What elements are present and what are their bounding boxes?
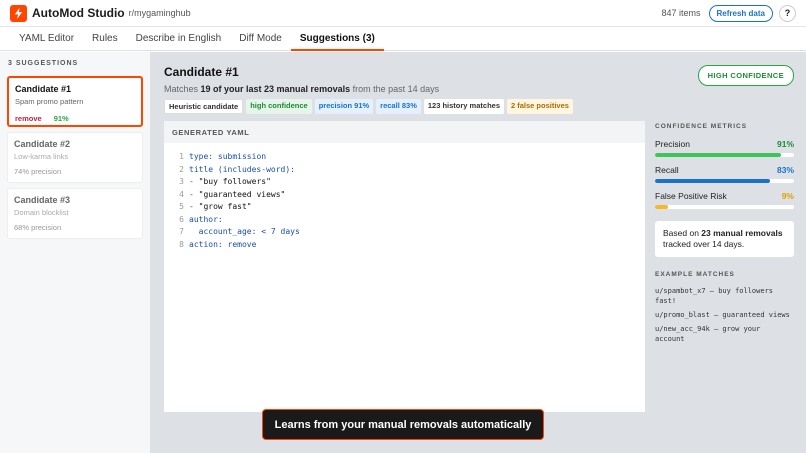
yaml-key: account_age: bbox=[189, 227, 257, 236]
candidate-action: remove bbox=[15, 114, 42, 123]
yaml-value: "grow fast" bbox=[198, 202, 252, 211]
suggestions-count-heading: 3 SUGGESTIONS bbox=[8, 60, 79, 67]
info-box: Based on 23 manual removals tracked over… bbox=[655, 221, 794, 257]
yaml-line: 8 action: remove bbox=[174, 239, 645, 252]
items-count: 847 items bbox=[661, 8, 701, 18]
metric-precision: Precision 91% bbox=[655, 139, 794, 157]
metric-bar bbox=[655, 205, 794, 209]
yaml-key: type: bbox=[189, 152, 214, 161]
yaml-key: author: bbox=[189, 214, 223, 224]
chip-recall: recall 83% bbox=[376, 99, 421, 114]
example-matches-heading: EXAMPLE MATCHES bbox=[655, 271, 735, 278]
line-number: 7 bbox=[179, 227, 184, 236]
metric-recall: Recall 83% bbox=[655, 165, 794, 183]
yaml-line: 7 account_age: < 7 days bbox=[174, 226, 645, 239]
metric-bar bbox=[655, 179, 794, 183]
help-button[interactable]: ? bbox=[779, 4, 796, 22]
generated-yaml-panel: GENERATED YAML 1 type: submission 2 title (… bbox=[164, 121, 645, 412]
metrics-heading: CONFIDENCE METRICS bbox=[655, 123, 748, 130]
line-number: 6 bbox=[179, 214, 184, 224]
tab-yaml-editor[interactable]: YAML Editor bbox=[10, 27, 83, 51]
tab-describe-in-english[interactable]: Describe in English bbox=[127, 27, 231, 51]
line-number: 1 bbox=[179, 152, 184, 161]
metric-bar bbox=[655, 153, 794, 157]
app-header: AutoMod Studio r/mygaminghub 847 items R… bbox=[0, 0, 806, 27]
confidence-badge: HIGH CONFIDENCE bbox=[697, 65, 794, 86]
metric-label: Precision bbox=[655, 139, 690, 149]
confidence-metrics-panel: CONFIDENCE METRICS Precision 91% Recall 83%… bbox=[655, 121, 794, 412]
app-title: AutoMod Studio bbox=[32, 6, 125, 20]
example-match: u/new_acc_94k — grow your account bbox=[655, 325, 761, 343]
yaml-line: 6 author: bbox=[174, 214, 645, 227]
chip-precision: precision 91% bbox=[314, 99, 374, 114]
chip-history-matches: 123 history matches bbox=[423, 99, 504, 114]
line-number: 3 bbox=[179, 177, 184, 186]
yaml-key: - bbox=[189, 189, 199, 199]
yaml-value: "buy followers" bbox=[198, 177, 271, 186]
candidate-title: Candidate #2 bbox=[14, 139, 71, 149]
toast-message: Learns from your manual removals automat… bbox=[262, 409, 544, 440]
chip-confidence: high confidence bbox=[246, 99, 312, 114]
example-match: u/promo_blast — guaranteed views bbox=[655, 311, 790, 319]
tab-suggestions[interactable]: Suggestions (3) bbox=[290, 27, 384, 51]
candidate-precision: 91% bbox=[53, 114, 69, 123]
line-number: 4 bbox=[179, 189, 184, 199]
yaml-key: title (includes-word): bbox=[189, 164, 295, 174]
tab-rules[interactable]: Rules bbox=[83, 27, 127, 51]
metric-value: 83% bbox=[776, 165, 794, 175]
yaml-key: action: bbox=[189, 239, 223, 249]
yaml-value: "guaranteed views" bbox=[198, 189, 286, 199]
yaml-line: 3- "buy followers" bbox=[174, 176, 645, 189]
line-number: 5 bbox=[179, 202, 184, 211]
tab-diff-mode[interactable]: Diff Mode bbox=[230, 27, 291, 51]
yaml-value: submission bbox=[213, 152, 267, 161]
candidate-precision: 74% precision bbox=[14, 167, 62, 176]
metric-label: False Positive Risk bbox=[655, 191, 727, 201]
candidate-desc: Low-karma links bbox=[14, 152, 69, 161]
yaml-key: - bbox=[189, 202, 199, 211]
metric-value: 9% bbox=[781, 191, 794, 201]
candidate-title: Candidate #3 bbox=[14, 195, 71, 205]
yaml-code[interactable]: 1 type: submission 2 title (includes-word):… bbox=[164, 143, 645, 251]
line-number: 2 bbox=[179, 164, 184, 174]
candidate-card-2[interactable]: Candidate #2 Low-karma links 74% precisi… bbox=[7, 132, 143, 183]
refresh-data-button[interactable]: Refresh data bbox=[708, 4, 773, 22]
candidate-precision: 68% precision bbox=[14, 223, 62, 232]
chip-heuristic: Heuristic candidate bbox=[164, 99, 244, 114]
tab-bar: YAML Editor Rules Describe in English Di… bbox=[0, 27, 806, 51]
lightning-logo-icon bbox=[10, 4, 27, 22]
metric-bar-fill bbox=[655, 153, 782, 157]
metric-bar-fill bbox=[655, 205, 668, 209]
yaml-value: < 7 days bbox=[256, 227, 300, 236]
metric-false-positive-risk: False Positive Risk 9% bbox=[655, 191, 794, 209]
candidate-card-3[interactable]: Candidate #3 Domain blocklist 68% precis… bbox=[7, 188, 143, 239]
yaml-value: remove bbox=[222, 239, 257, 249]
yaml-heading: GENERATED YAML bbox=[164, 121, 645, 143]
candidate-desc: Domain blocklist bbox=[14, 208, 69, 217]
metric-value: 91% bbox=[776, 139, 794, 149]
line-number: 8 bbox=[179, 239, 184, 249]
candidate-summary: Matches 19 of your last 23 manual remova… bbox=[164, 84, 440, 94]
yaml-line: 4- "guaranteed views" bbox=[174, 189, 645, 202]
candidate-title: Candidate #1 bbox=[15, 84, 72, 94]
candidate-detail: Candidate #1 Matches 19 of your last 23 … bbox=[151, 52, 806, 453]
chip-false-positives: 2 false positives bbox=[507, 99, 573, 114]
yaml-line: 1 type: submission bbox=[174, 151, 645, 164]
yaml-line: 2 title (includes-word): bbox=[174, 164, 645, 177]
candidate-desc: Spam promo pattern bbox=[15, 97, 84, 106]
yaml-line: 5- "grow fast" bbox=[174, 201, 645, 214]
suggestions-sidebar: 3 SUGGESTIONS Candidate #1 Spam promo pa… bbox=[0, 52, 151, 453]
chip-row: Heuristic candidate high confidence prec… bbox=[164, 99, 794, 114]
candidate-card-1[interactable]: Candidate #1 Spam promo pattern remove 9… bbox=[7, 76, 143, 127]
metric-label: Recall bbox=[655, 165, 679, 175]
metric-bar-fill bbox=[655, 179, 771, 183]
yaml-key: - bbox=[189, 177, 199, 186]
subreddit-name: r/mygaminghub bbox=[128, 8, 191, 18]
example-match: u/spambot_x7 — buy followers fast! bbox=[655, 287, 774, 305]
